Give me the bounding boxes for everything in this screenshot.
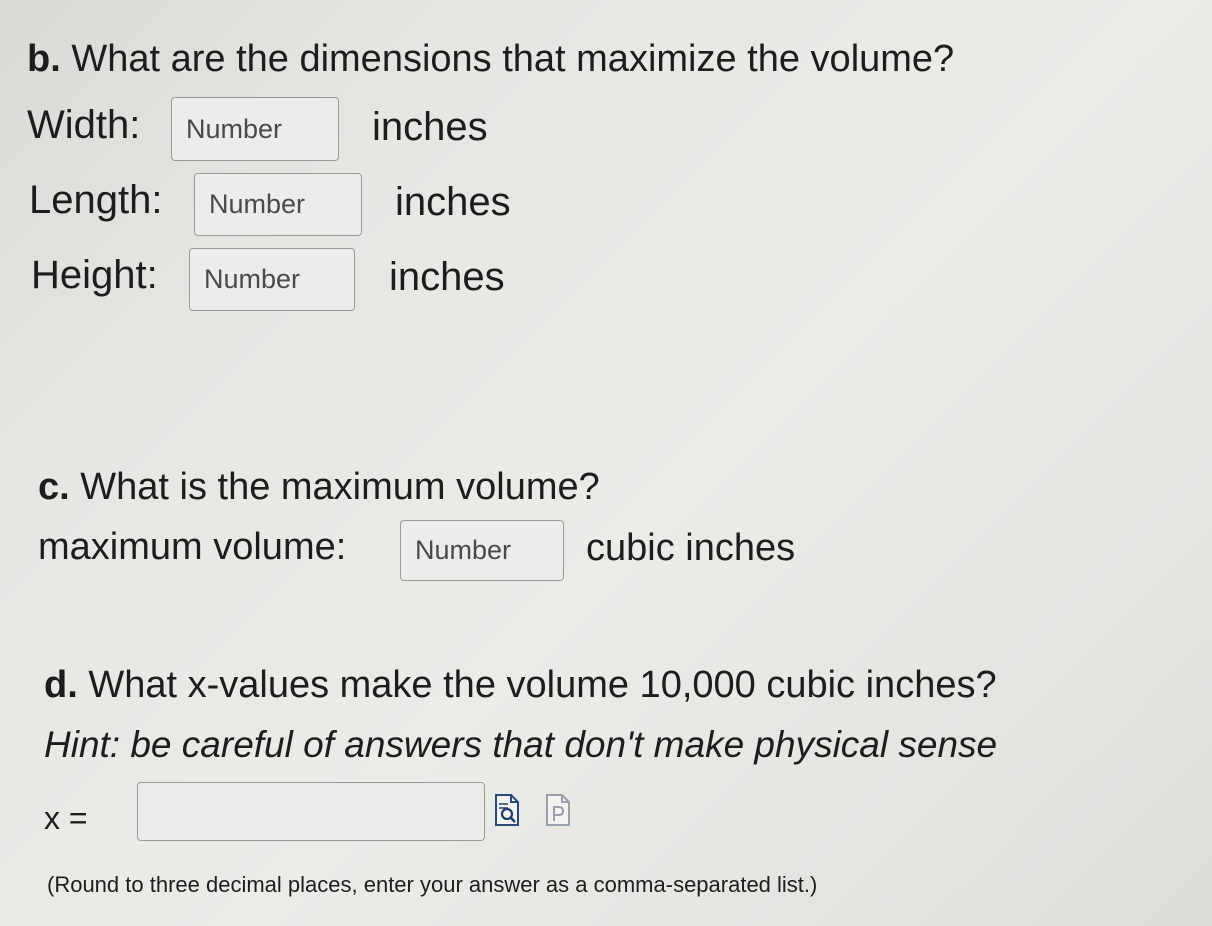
- question-d-title: d. What x-values make the volume 10,000 …: [44, 664, 997, 707]
- length-unit: inches: [395, 180, 511, 224]
- height-input[interactable]: [189, 248, 355, 311]
- preview-icon-graphic: [495, 794, 519, 826]
- formula-help-icon[interactable]: [546, 794, 570, 826]
- question-d-prefix: d.: [44, 664, 78, 706]
- length-input[interactable]: [194, 173, 362, 236]
- height-unit: inches: [389, 255, 505, 299]
- question-b-title: b. What are the dimensions that maximize…: [27, 38, 954, 81]
- max-volume-input[interactable]: [400, 520, 564, 581]
- x-values-input[interactable]: [137, 782, 485, 841]
- x-label: x =: [44, 800, 88, 836]
- question-c-title: c. What is the maximum volume?: [38, 466, 600, 509]
- question-b-text: What are the dimensions that maximize th…: [60, 38, 955, 80]
- rounding-note: (Round to three decimal places, enter yo…: [47, 872, 818, 897]
- formula-help-icon-graphic: [546, 794, 570, 826]
- height-label: Height:: [31, 253, 158, 297]
- max-volume-unit: cubic inches: [586, 527, 796, 569]
- question-c-text: What is the maximum volume?: [69, 466, 600, 508]
- question-b-prefix: b.: [27, 38, 61, 80]
- width-input[interactable]: [171, 97, 339, 161]
- max-volume-label: maximum volume:: [38, 526, 347, 568]
- width-unit: inches: [372, 105, 488, 149]
- preview-icon[interactable]: [495, 794, 519, 826]
- hint-text: Hint: be careful of answers that don't m…: [44, 724, 998, 765]
- question-d-text: What x-values make the volume 10,000 cub…: [77, 664, 997, 706]
- width-label: Width:: [27, 103, 141, 147]
- question-c-prefix: c.: [38, 466, 70, 508]
- length-label: Length:: [29, 178, 163, 222]
